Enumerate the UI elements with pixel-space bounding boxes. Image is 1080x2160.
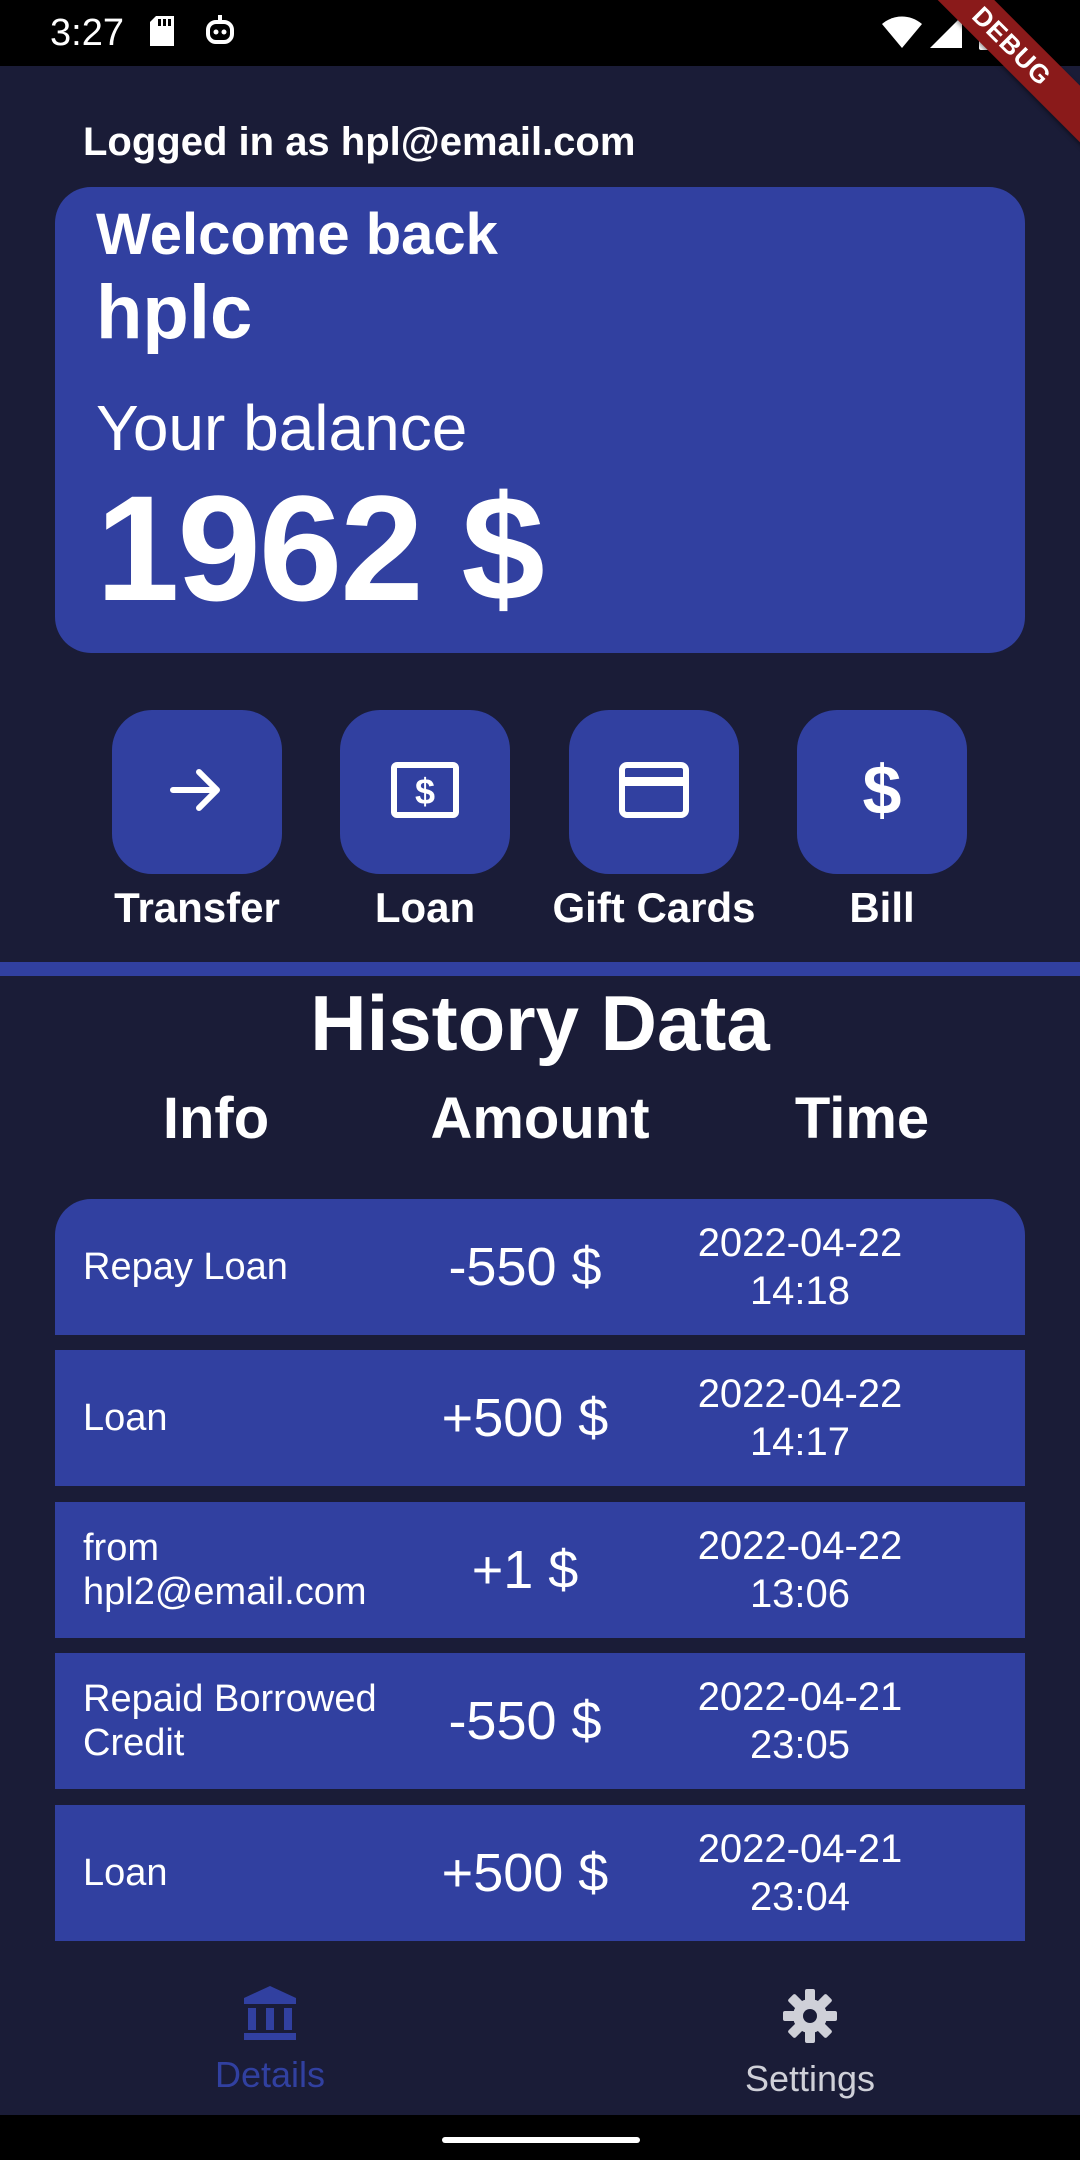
- nav-item-settings[interactable]: Settings: [660, 1960, 960, 2100]
- balance-card: Welcome back hplc Your balance 1962 $: [55, 187, 1025, 653]
- assistant-icon: [204, 14, 236, 55]
- dollar-icon: $: [854, 751, 910, 831]
- nav-label-details: Details: [214, 2054, 326, 2095]
- logged-in-label: Logged in as hpl@email.com: [83, 120, 636, 164]
- column-header-info: Info: [162, 1086, 270, 1151]
- row-amount: +1 $: [471, 1540, 579, 1600]
- nav-label-settings: Settings: [744, 2058, 876, 2099]
- bill-action: $ Bill: [772, 710, 992, 932]
- balance-label: Your balance: [96, 392, 468, 464]
- wifi-icon: [880, 14, 924, 55]
- bill-button[interactable]: $: [797, 710, 967, 874]
- history-row: Loan +500 $ 2022-04-21 23:04: [55, 1805, 1025, 1941]
- gift-cards-button[interactable]: [569, 710, 739, 874]
- history-row: Loan +500 $ 2022-04-22 14:17: [55, 1350, 1025, 1486]
- balance-amount: 1962 $: [96, 464, 545, 632]
- transfer-action: Transfer: [87, 710, 307, 932]
- section-divider: [0, 962, 1080, 976]
- history-row: Repaid Borrowed Credit -550 $ 2022-04-21…: [55, 1653, 1025, 1789]
- nav-item-details[interactable]: Details: [120, 1960, 420, 2096]
- gear-icon: [660, 1960, 960, 2056]
- row-amount: -550 $: [448, 1691, 602, 1751]
- welcome-text: Welcome back: [96, 202, 498, 267]
- history-row: from hpl2@email.com +1 $ 2022-04-22 13:0…: [55, 1502, 1025, 1638]
- column-header-time: Time: [794, 1086, 930, 1151]
- username: hplc: [96, 270, 253, 355]
- svg-text:$: $: [415, 771, 435, 812]
- arrow-right-icon: [165, 758, 229, 827]
- bottom-nav: Details Settings: [0, 1960, 1080, 2115]
- row-time: 2022-04-22 13:06: [697, 1524, 903, 1616]
- home-indicator[interactable]: [442, 2137, 640, 2143]
- loan-button[interactable]: $: [340, 710, 510, 874]
- transfer-label: Transfer: [114, 884, 280, 931]
- transfer-button[interactable]: [112, 710, 282, 874]
- bill-label: Bill: [849, 884, 915, 931]
- row-time: 2022-04-21 23:04: [697, 1827, 903, 1919]
- gift-cards-action: Gift Cards: [544, 710, 764, 932]
- row-time: 2022-04-22 14:17: [697, 1372, 903, 1464]
- history-title: History Data: [310, 979, 770, 1067]
- row-amount: +500 $: [441, 1388, 609, 1448]
- sd-card-icon: [148, 14, 176, 53]
- svg-text:$: $: [863, 754, 902, 826]
- bank-icon: [120, 1960, 420, 2052]
- gift-cards-label: Gift Cards: [552, 884, 756, 931]
- row-amount: -550 $: [448, 1237, 602, 1297]
- loan-label: Loan: [374, 884, 476, 931]
- row-amount: +500 $: [441, 1843, 609, 1903]
- row-time: 2022-04-22 14:18: [697, 1221, 903, 1313]
- loan-action: $ Loan: [315, 710, 535, 932]
- status-time: 3:27: [50, 12, 124, 54]
- column-header-amount: Amount: [430, 1086, 650, 1151]
- history-row: Repay Loan -550 $ 2022-04-22 14:18: [55, 1199, 1025, 1335]
- money-bill-icon: $: [389, 760, 461, 825]
- row-time: 2022-04-21 23:05: [697, 1675, 903, 1767]
- credit-card-icon: [618, 761, 690, 824]
- status-bar: 3:27 DEBUG: [0, 0, 1080, 153]
